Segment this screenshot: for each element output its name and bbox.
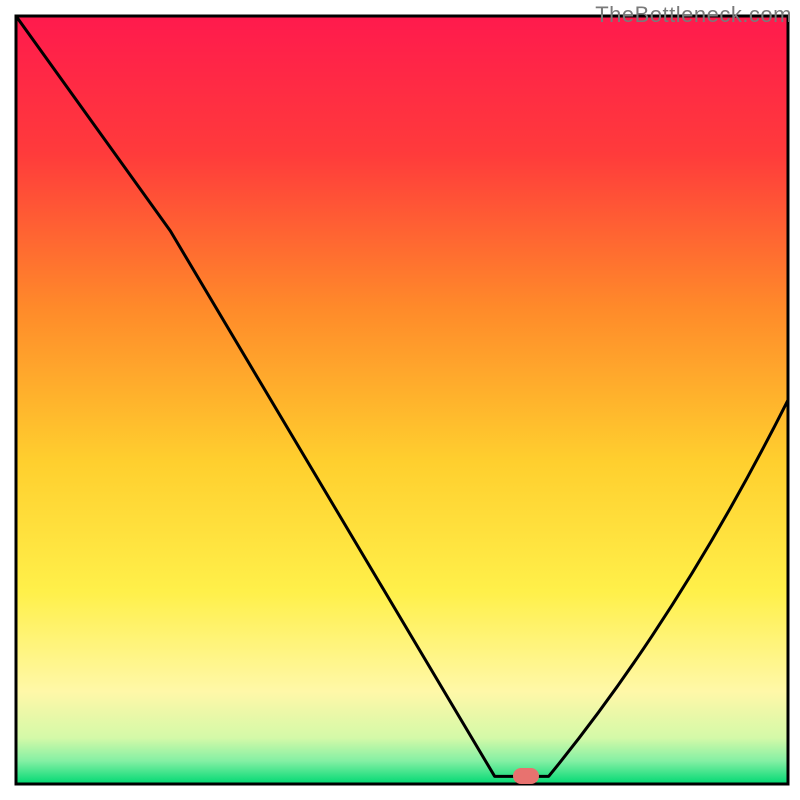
optimum-marker (513, 768, 539, 784)
watermark-text: TheBottleneck.com (595, 2, 792, 28)
bottleneck-chart: TheBottleneck.com (0, 0, 800, 800)
plot-background (16, 16, 788, 784)
chart-svg (0, 0, 800, 800)
